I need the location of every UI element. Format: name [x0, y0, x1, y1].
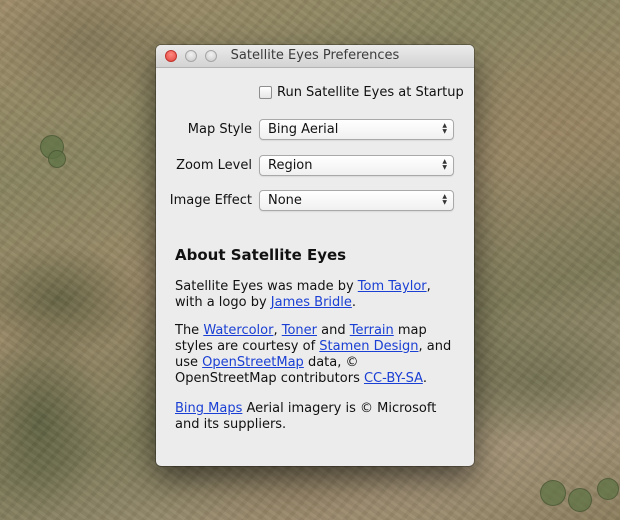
text: . [422, 371, 427, 386]
startup-label: Run Satellite Eyes at Startup [277, 85, 464, 100]
credits-paragraph: Satellite Eyes was made by Tom Taylor, w… [175, 279, 460, 311]
text: , [273, 323, 282, 338]
openstreetmap-link[interactable]: OpenStreetMap [202, 355, 304, 370]
stepper-arrows-icon: ▲ ▼ [442, 122, 447, 135]
crop-circle [48, 150, 66, 168]
james-bridle-link[interactable]: James Bridle [271, 295, 352, 310]
map-style-select[interactable]: Bing Aerial ▲ ▼ [259, 119, 454, 140]
imagery-paragraph: Bing Maps Aerial imagery is © Microsoft … [175, 401, 460, 433]
toner-link[interactable]: Toner [282, 323, 317, 338]
bing-maps-link[interactable]: Bing Maps [175, 401, 242, 416]
watercolor-link[interactable]: Watercolor [203, 323, 273, 338]
crop-circle [540, 480, 566, 506]
zoom-level-label: Zoom Level [176, 158, 252, 173]
crop-circle [597, 478, 619, 500]
tom-taylor-link[interactable]: Tom Taylor [358, 279, 427, 294]
crop-circle [568, 488, 592, 512]
text: . [351, 295, 357, 310]
text: The [175, 323, 204, 338]
startup-option[interactable]: Run Satellite Eyes at Startup [259, 85, 464, 100]
cc-by-sa-link[interactable]: CC-BY-SA [364, 371, 423, 386]
map-style-value: Bing Aerial [268, 122, 339, 137]
window-title: Satellite Eyes Preferences [230, 48, 400, 63]
map-styles-paragraph: The Watercolor, Toner and Terrain map st… [175, 323, 460, 387]
text: and [317, 323, 350, 338]
image-effect-select[interactable]: None ▲ ▼ [259, 190, 454, 211]
text: Satellite Eyes was made by [175, 279, 358, 294]
stamen-design-link[interactable]: Stamen Design [319, 339, 418, 354]
about-heading: About Satellite Eyes [175, 246, 347, 264]
map-style-label: Map Style [187, 122, 252, 137]
stepper-arrows-icon: ▲ ▼ [442, 158, 447, 171]
zoom-level-select[interactable]: Region ▲ ▼ [259, 155, 454, 176]
title-bar[interactable]: Satellite Eyes Preferences [156, 45, 474, 68]
startup-checkbox[interactable] [259, 86, 272, 99]
terrain-link[interactable]: Terrain [350, 323, 394, 338]
image-effect-label: Image Effect [169, 193, 252, 208]
preferences-window: Satellite Eyes Preferences Run Satellite… [156, 45, 474, 466]
zoom-level-value: Region [268, 158, 313, 173]
stepper-arrows-icon: ▲ ▼ [442, 193, 447, 206]
image-effect-value: None [268, 193, 302, 208]
